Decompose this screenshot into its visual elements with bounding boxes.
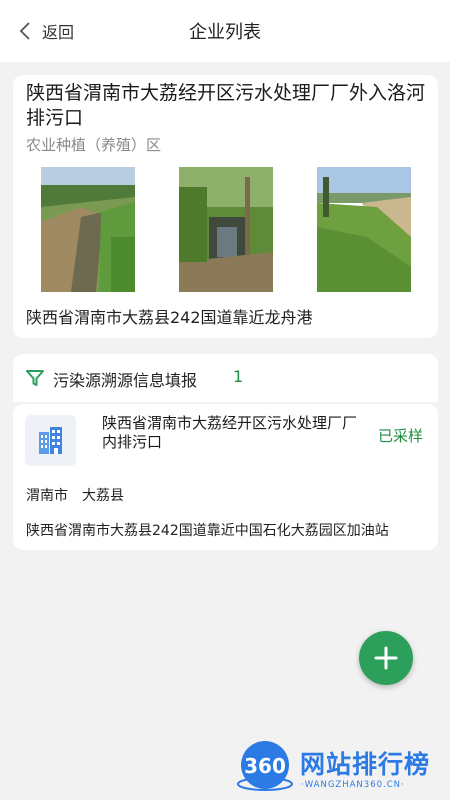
section-count: 1: [233, 367, 244, 386]
report-address: 陕西省渭南市大荔县242国道靠近中国石化大荔园区加油站: [26, 523, 389, 539]
site-photo[interactable]: [179, 167, 273, 292]
app-header: 返回 企业列表: [0, 0, 450, 62]
add-button[interactable]: [359, 631, 413, 685]
page-title: 企业列表: [189, 22, 261, 43]
site-type: 农业种植（养殖）区: [26, 136, 162, 154]
report-city: 渭南市: [26, 488, 68, 504]
report-name: 陕西省渭南市大荔经开区污水处理厂厂内排污口: [102, 414, 358, 451]
watermark-logo: 360: [237, 741, 293, 791]
site-address: 陕西省渭南市大荔县242国道靠近龙舟港: [26, 308, 313, 327]
report-region: 渭南市 大荔县: [26, 485, 124, 505]
watermark-logo-text: 360: [244, 754, 286, 778]
site-photo[interactable]: [41, 167, 135, 292]
watermark-text: 网站排行榜: [300, 750, 431, 779]
enterprise-avatar: [25, 415, 76, 466]
watermark-subtext: ·WANGZHAN360.CN·: [301, 780, 405, 790]
building-icon: [39, 427, 62, 454]
filter-icon: [26, 370, 44, 386]
site-card[interactable]: 陕西省渭南市大荔经开区污水处理厂厂外入洛河排污口 农业种植（养殖）区 陕西省渭南…: [13, 75, 438, 338]
section-label: 污染源溯源信息填报: [53, 371, 198, 390]
status-badge: 已采样: [378, 427, 424, 445]
watermark: 360 网站排行榜 ·WANGZHAN360.CN·: [237, 740, 450, 800]
photo-gallery: [41, 167, 411, 292]
report-list-item[interactable]: 陕西省渭南市大荔经开区污水处理厂厂内排污口 已采样 渭南市 大荔县 陕西省渭南市大…: [13, 404, 438, 550]
plus-icon: [374, 646, 398, 670]
site-name: 陕西省渭南市大荔经开区污水处理厂厂外入洛河排污口: [26, 82, 426, 129]
section-header: 污染源溯源信息填报 1: [13, 354, 438, 402]
report-county: 大荔县: [82, 488, 124, 504]
site-photo[interactable]: [317, 167, 411, 292]
